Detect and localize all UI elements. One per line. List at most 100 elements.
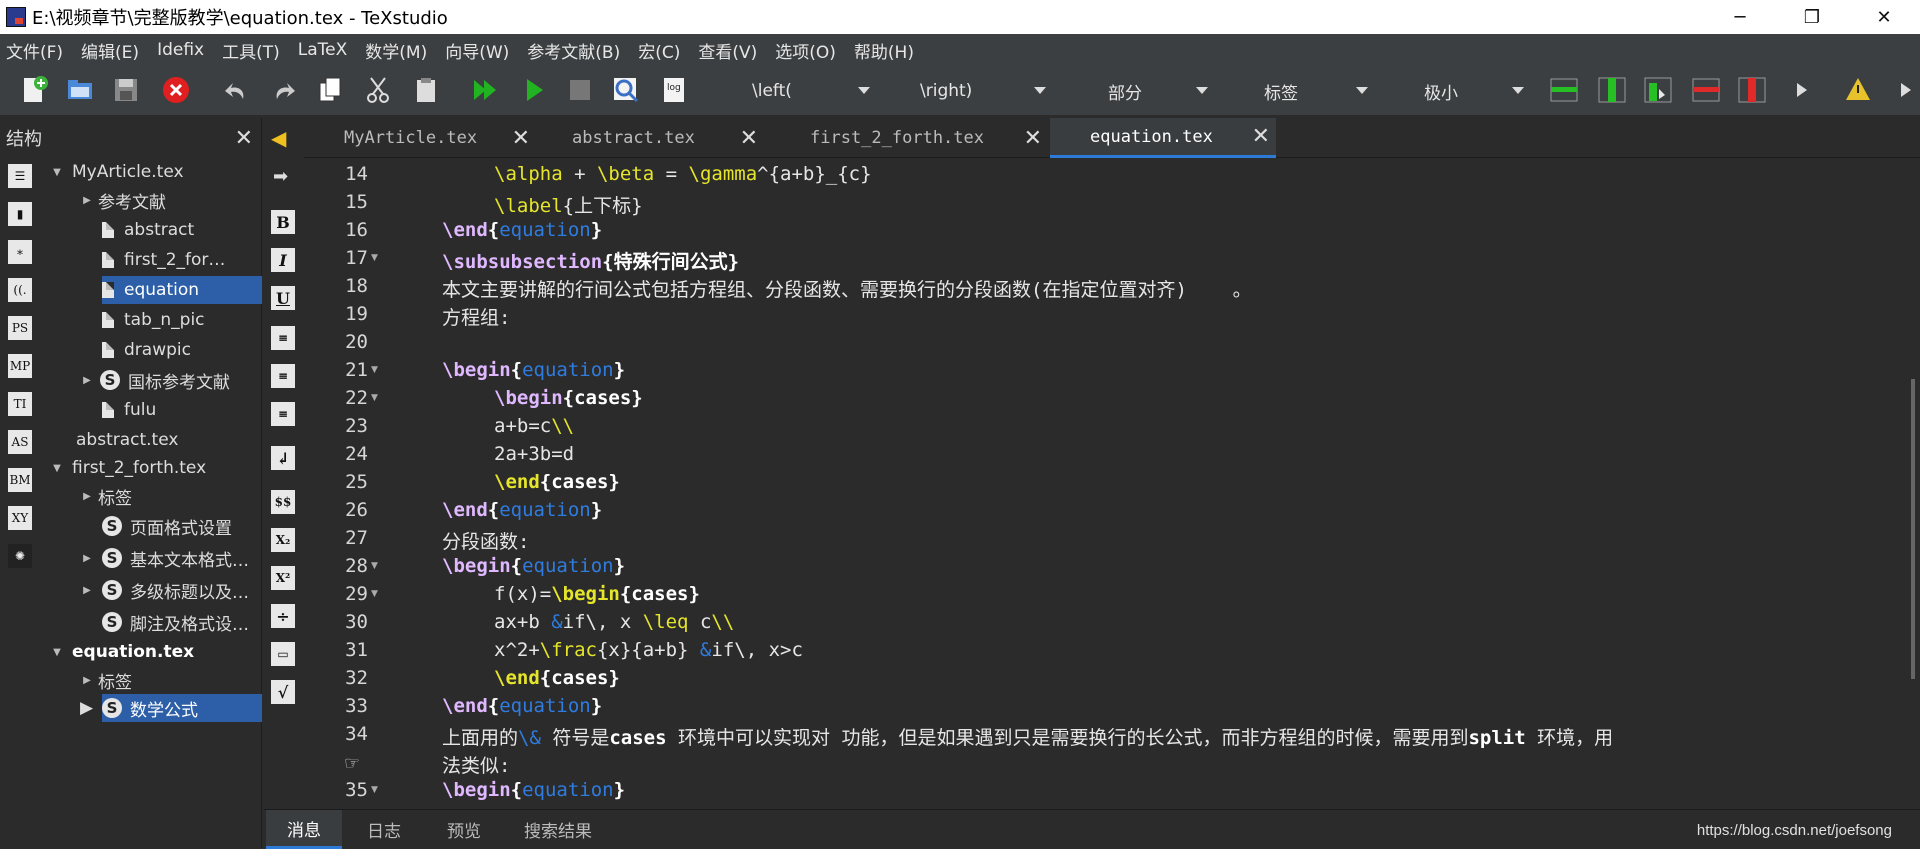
arrow-right-icon[interactable]: ➡ xyxy=(273,166,288,187)
close-tab-icon[interactable]: ✕ xyxy=(740,126,758,151)
tree-item-first-2-forth[interactable]: first_2_for… xyxy=(102,246,225,274)
metapost-icon[interactable]: MP xyxy=(8,354,32,378)
gear-cluster-icon[interactable]: ✺ xyxy=(8,544,32,568)
chevron-right-icon[interactable]: ▶ xyxy=(80,375,94,386)
fold-marker-icon[interactable]: ▼ xyxy=(371,365,378,375)
sqrt-icon[interactable]: √ xyxy=(271,680,295,704)
editor-scrollbar[interactable] xyxy=(1906,159,1920,809)
tab-preview[interactable]: 预览 xyxy=(426,810,502,849)
xymatrix-icon[interactable]: XY xyxy=(8,506,32,530)
chevron-right-icon[interactable]: ▶ xyxy=(80,585,94,596)
tree-item-page-format[interactable]: S 页面格式设置 xyxy=(102,512,232,540)
tree-item-bibliography[interactable]: ▶ 参考文献 xyxy=(80,186,166,214)
tikz-icon[interactable]: TI xyxy=(8,392,32,416)
asymptote-icon[interactable]: AS xyxy=(8,430,32,454)
save-icon[interactable] xyxy=(110,74,142,106)
close-tab-icon[interactable]: ✕ xyxy=(1252,124,1270,149)
copy-icon[interactable] xyxy=(314,74,346,106)
fold-marker-icon[interactable]: ▼ xyxy=(371,589,378,599)
more-toolbar-icon[interactable] xyxy=(1786,74,1818,106)
close-structure-icon[interactable]: ✕ xyxy=(235,126,253,151)
menu-latex[interactable]: LaTeX xyxy=(298,40,348,60)
chevron-down-icon[interactable]: ▼ xyxy=(50,167,64,178)
more-toolbar-right-icon[interactable] xyxy=(1890,74,1920,106)
align-right-icon[interactable]: ≡ xyxy=(271,402,295,426)
pstricks-icon[interactable]: PS xyxy=(8,316,32,340)
table-add-column-icon[interactable] xyxy=(1596,74,1628,106)
menu-file[interactable]: 文件(F) xyxy=(6,38,63,63)
bookmark-hand-icon[interactable]: ☞ xyxy=(344,753,360,774)
tree-item-math-formulas[interactable]: S 数学公式 xyxy=(102,694,262,722)
chevron-down-icon[interactable]: ▼ xyxy=(50,463,64,474)
subscript-icon[interactable]: X₂ xyxy=(271,528,295,552)
tree-item-labels-1[interactable]: ▶ 标签 xyxy=(80,482,132,510)
view-log-icon[interactable]: log xyxy=(658,74,690,106)
menu-math[interactable]: 数学(M) xyxy=(365,38,427,63)
right-delimiter-combo[interactable]: \right) xyxy=(920,78,1046,104)
tree-item-multilevel-headings[interactable]: ▶ S 多级标题以及… xyxy=(80,576,249,604)
close-tab-icon[interactable]: ✕ xyxy=(1024,126,1042,151)
align-left-icon[interactable]: ≡ xyxy=(271,326,295,350)
tree-item-tab-n-pic[interactable]: tab_n_pic xyxy=(102,306,205,334)
code-editor[interactable]: 14 15 16 17 ▼ 18 19 20 21 ▼ 22 ▼ 23 24 25 2… xyxy=(304,159,1920,809)
bold-icon[interactable]: B xyxy=(271,210,295,234)
fold-marker-icon[interactable]: ▼ xyxy=(371,393,378,403)
tab-equation[interactable]: equation.tex ✕ xyxy=(1050,118,1276,158)
tree-item-drawpic[interactable]: drawpic xyxy=(102,336,191,364)
tab-first-2-forth[interactable]: first_2_forth.tex ✕ xyxy=(764,118,1048,158)
tree-item-equation[interactable]: equation xyxy=(102,276,262,304)
bookmarks-icon[interactable]: ▮ xyxy=(8,202,32,226)
menu-macros[interactable]: 宏(C) xyxy=(638,38,680,63)
tree-item-equation-tex[interactable]: ▼ equation.tex xyxy=(50,638,194,666)
menu-options[interactable]: 选项(O) xyxy=(775,38,836,63)
menu-help[interactable]: 帮助(H) xyxy=(854,38,914,63)
tree-item-footnotes[interactable]: S 脚注及格式设… xyxy=(102,608,249,636)
math-mode-icon[interactable]: $$ xyxy=(271,490,295,514)
brackets-icon[interactable]: ((. xyxy=(8,278,32,302)
tree-item-myarticle[interactable]: ▼ MyArticle.tex xyxy=(50,158,183,186)
tab-search-results[interactable]: 搜索结果 xyxy=(508,810,608,849)
section-combo[interactable]: 部分 xyxy=(1108,78,1208,104)
menu-wizards[interactable]: 向导(W) xyxy=(445,38,509,63)
tree-item-labels-2[interactable]: ▶ 标签 xyxy=(80,666,132,694)
chevron-right-icon[interactable]: ▶ xyxy=(80,195,94,206)
symbols-icon[interactable]: ∗ xyxy=(8,240,32,264)
left-delimiter-combo[interactable]: \left( xyxy=(752,78,870,104)
tab-log[interactable]: 日志 xyxy=(346,810,422,849)
fold-marker-icon[interactable]: ▼ xyxy=(371,253,378,263)
label-combo[interactable]: 标签 xyxy=(1264,78,1368,104)
menu-bibliography[interactable]: 参考文献(B) xyxy=(527,38,620,63)
tab-abstract[interactable]: abstract.tex ✕ xyxy=(536,118,764,158)
chevron-right-icon[interactable]: ▶ xyxy=(80,694,93,722)
tab-messages[interactable]: 消息 xyxy=(266,810,342,849)
arrow-left-icon[interactable]: ◀ xyxy=(271,126,286,150)
tree-item-fulu[interactable]: fulu xyxy=(102,396,156,424)
table-remove-row-icon[interactable] xyxy=(1690,74,1722,106)
newline-icon[interactable]: ↲ xyxy=(271,446,295,470)
minimize-button[interactable]: ─ xyxy=(1704,0,1776,34)
menu-view[interactable]: 查看(V) xyxy=(698,38,757,63)
redo-icon[interactable] xyxy=(268,74,300,106)
maximize-button[interactable]: ❐ xyxy=(1776,0,1848,34)
chevron-right-icon[interactable]: ▶ xyxy=(80,675,94,686)
tree-item-first-2-forth-tex[interactable]: ▼ first_2_forth.tex xyxy=(50,454,206,482)
undo-icon[interactable] xyxy=(220,74,252,106)
size-combo[interactable]: 极小 xyxy=(1424,78,1524,104)
scrollbar-thumb[interactable] xyxy=(1911,379,1915,679)
italic-icon[interactable]: I xyxy=(271,248,295,272)
compile-icon[interactable] xyxy=(518,74,550,106)
cut-icon[interactable] xyxy=(362,74,394,106)
underline-icon[interactable]: U xyxy=(271,286,295,310)
fraction-icon[interactable]: ÷ xyxy=(271,604,295,628)
chevron-right-icon[interactable]: ▶ xyxy=(80,553,94,564)
warning-icon[interactable] xyxy=(1842,74,1874,106)
new-file-icon[interactable] xyxy=(18,74,50,106)
close-window-button[interactable]: ✕ xyxy=(1848,0,1920,34)
stop-compile-icon[interactable] xyxy=(564,74,596,106)
structure-view-icon[interactable]: ☰ xyxy=(8,164,32,188)
tab-myarticle[interactable]: MyArticle.tex ✕ xyxy=(304,118,536,158)
build-view-icon[interactable] xyxy=(470,74,502,106)
tree-item-abstract[interactable]: abstract xyxy=(102,216,194,244)
tree-item-abstract-tex[interactable]: abstract.tex xyxy=(76,426,178,454)
view-pdf-icon[interactable] xyxy=(610,74,642,106)
